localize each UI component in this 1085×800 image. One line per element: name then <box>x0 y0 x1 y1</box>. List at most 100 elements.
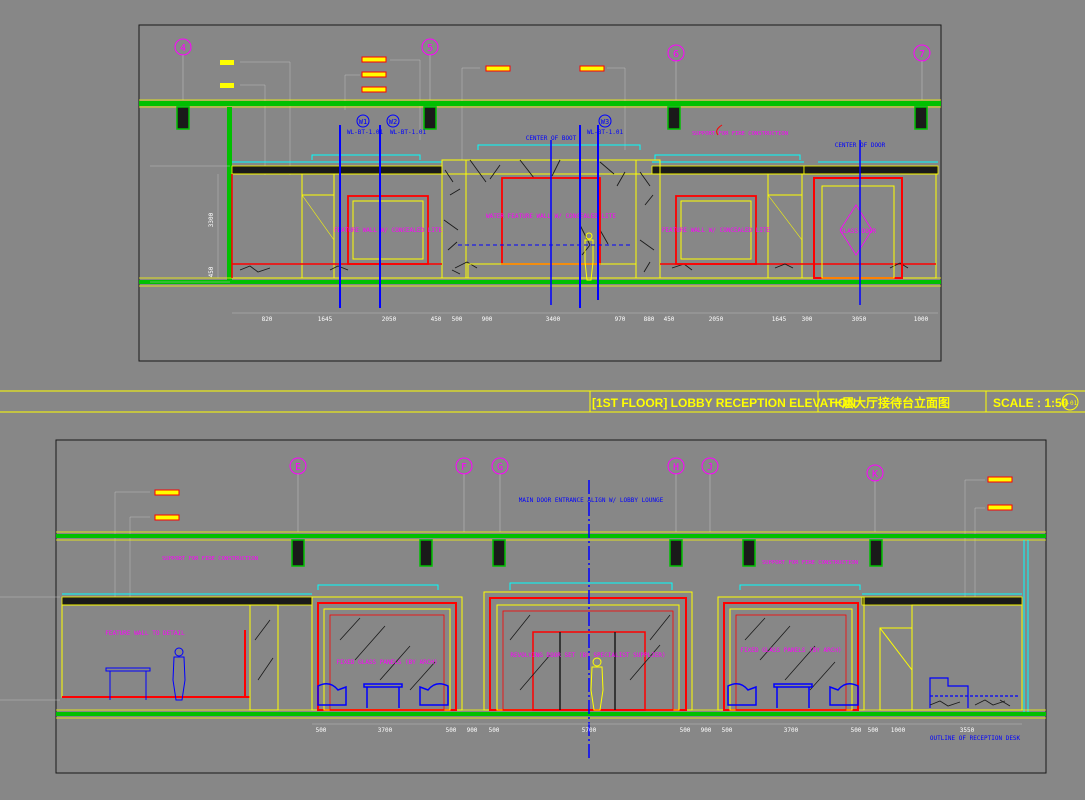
lower-level-marks <box>0 596 60 701</box>
title-bar: [1ST FLOOR] LOBBY RECEPTION ELEVATION 一层… <box>0 390 1085 413</box>
upper-center-door: CENTER OF DOOR <box>835 142 886 149</box>
upper-person-figure <box>584 232 594 281</box>
lower-viewport-frame <box>55 439 1047 774</box>
upper-grid-bubble-5: 5 <box>421 38 439 56</box>
lower-floor-pattern <box>929 699 1011 707</box>
lower-desk-label: OUTLINE OF RECEPTION DESK <box>930 735 1021 742</box>
upper-feature-wall-left: FEATURE WALL W/ CONCEALED LITE <box>334 195 443 265</box>
dimension-value: 900 <box>467 727 478 734</box>
dimension-value: 900 <box>482 316 493 323</box>
lower-elevation: E F G H J K FEATURE WALL TO DETAIL FIXED… <box>0 439 1047 774</box>
dimension-value: 1000 <box>914 316 929 323</box>
dimension-value: 500 <box>680 727 691 734</box>
upper-grid-lines <box>182 55 923 100</box>
dimension-value: 500 <box>722 727 733 734</box>
dimension-value: 1645 <box>772 316 787 323</box>
dimension-value: 900 <box>701 727 712 734</box>
lower-dimension-texts: 500 3700 500 900 500 5700 500 900 500 3700 500 500 1… <box>316 727 975 734</box>
lower-main-axis-note: MAIN DOOR ENTRANCE ALIGN W/ LOBBY LOUNGE <box>519 497 664 504</box>
lower-grid-G: G <box>497 462 503 473</box>
dimension-value: 500 <box>452 316 463 323</box>
dimension-value: 3050 <box>852 316 867 323</box>
upper-grid-bubble-6: 6 <box>667 44 685 62</box>
elevation-drawing-canvas: 4 5 6 7 FEATURE WALL W/ CONCEALED LITE W… <box>0 24 1085 774</box>
upper-grid-bubble-4: 4 <box>174 38 192 56</box>
lower-grid-H: H <box>673 462 679 473</box>
upper-ref-c: WL-BT-1.01 <box>587 129 624 136</box>
dimension-value: 300 <box>802 316 813 323</box>
lower-glass-panel-right: FIXED GLASS PANELS (BY ARCH) <box>717 596 865 711</box>
scale-text: SCALE : 1:50 <box>993 396 1069 410</box>
dimension-value: 500 <box>851 727 862 734</box>
lower-glass-right-label: FIXED GLASS PANELS (BY ARCH) <box>740 647 841 654</box>
dimension-value: 820 <box>262 316 273 323</box>
upper-door-frame: GLASS DOOR <box>813 177 903 279</box>
dimension-value: 500 <box>316 727 327 734</box>
lower-ceiling-line <box>56 534 1046 538</box>
upper-water-feature: WATER FEATURE WALL W/ CONCEALED LITE <box>467 177 637 279</box>
dimension-value: 500 <box>446 727 457 734</box>
upper-ceiling-line <box>139 101 941 106</box>
lower-glass-panel-left: FIXED GLASS PANELS (BY ARCH) <box>311 596 463 711</box>
lower-revolving-door: REVOLVING DOOR SET (BY SPECIALIST SUPPLI… <box>483 591 693 711</box>
lower-person-figure-door <box>590 657 604 711</box>
upper-tag-w2: W2 <box>389 118 397 126</box>
lower-support-note-right: SUPPORT FOR FIRE CONSTRUCTION <box>762 560 858 566</box>
lower-grid-K: K <box>872 469 878 480</box>
lower-feature-wall: FEATURE WALL TO DETAIL <box>61 604 279 711</box>
lower-glass-left-label: FIXED GLASS PANELS (BY ARCH) <box>336 659 437 666</box>
lower-fascia <box>61 596 313 606</box>
dimension-value: 1645 <box>318 316 333 323</box>
dimension-value: 2050 <box>709 316 724 323</box>
svg-text:GLASS DOOR: GLASS DOOR <box>840 228 877 235</box>
upper-viewport-frame <box>138 24 942 362</box>
dimension-value: 1000 <box>891 727 906 734</box>
dimension-value: 5700 <box>582 727 597 734</box>
lower-person-figure-left <box>172 647 186 701</box>
lower-grid-J: J <box>707 462 713 473</box>
upper-skirting <box>231 174 936 278</box>
lower-door-label: REVOLVING DOOR SET (BY SPECIALIST SUPPLI… <box>510 652 665 659</box>
lower-support-note-left: SUPPORT FOR FIRE CONSTRUCTION <box>162 556 258 562</box>
upper-height-base: 450 <box>208 266 215 277</box>
title-text-cn: 一层大厅接待台立面图 <box>830 395 950 410</box>
svg-text:4: 4 <box>180 43 186 54</box>
upper-support-note: SUPPORT FOR FIRE CONSTRUCTION <box>692 131 788 137</box>
svg-text:7: 7 <box>919 49 925 60</box>
upper-elevation: 4 5 6 7 FEATURE WALL W/ CONCEALED LITE W… <box>138 24 942 362</box>
upper-dimension-texts: 820 1645 2050 450 500 900 3400 970 880 450 2050 164… <box>262 316 929 323</box>
svg-text:FEATURE WALL W/ CONCEALED LITE: FEATURE WALL W/ CONCEALED LITE <box>334 227 443 234</box>
lower-floor-line <box>56 712 1046 716</box>
upper-center-boot: CENTER OF BOOT <box>526 135 577 142</box>
upper-feature-wall-right: FEATURE WALL W/ CONCEALED LITE <box>662 195 771 265</box>
dimension-value: 500 <box>868 727 879 734</box>
upper-cove-trims <box>232 144 938 163</box>
svg-text:6: 6 <box>673 49 679 60</box>
lower-side-table <box>105 667 151 700</box>
dimension-value: 450 <box>664 316 675 323</box>
upper-tag-w1: W1 <box>359 118 367 126</box>
upper-ref-b: WL-BT-1.01 <box>390 129 427 136</box>
svg-text:FEATURE WALL W/ CONCEALED LITE: FEATURE WALL W/ CONCEALED LITE <box>662 227 771 234</box>
dimension-value: 500 <box>489 727 500 734</box>
sheet-number: 8-01 <box>1063 400 1078 407</box>
lower-material-tags <box>114 476 1013 600</box>
dimension-value: 2050 <box>382 316 397 323</box>
lower-side-door <box>879 604 1023 711</box>
dimension-value: 3700 <box>784 727 799 734</box>
dimension-value: 3550 <box>960 727 975 734</box>
upper-level-marks <box>150 165 230 283</box>
upper-fascia <box>231 165 443 175</box>
lower-grid-E: E <box>295 462 301 473</box>
svg-text:5: 5 <box>427 43 433 54</box>
upper-ref-a: WL-BT-1.01 <box>347 129 384 136</box>
upper-ceiling-vents <box>176 106 928 130</box>
lower-cove-trims <box>62 540 1029 712</box>
dimension-value: 880 <box>644 316 655 323</box>
dimension-value: 970 <box>615 316 626 323</box>
lower-grid-bubbles: E F G H J K <box>289 457 884 482</box>
lower-lounge-chairs <box>317 683 859 708</box>
upper-height-main: 3300 <box>208 212 215 227</box>
lower-feature-wall-label: FEATURE WALL TO DETAIL <box>105 630 185 637</box>
title-text: [1ST FLOOR] LOBBY RECEPTION ELEVATION <box>592 396 856 410</box>
